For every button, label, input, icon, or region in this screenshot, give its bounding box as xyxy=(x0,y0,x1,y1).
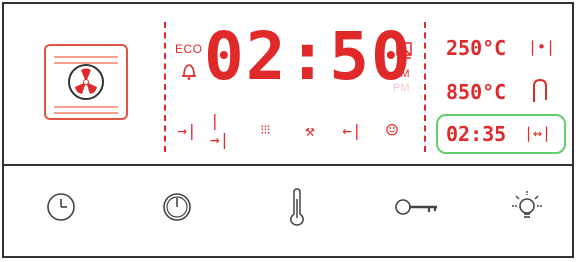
function-icons-row: →| |→| ⁝⁝⁝ ⚒ ←| ☺ xyxy=(174,111,419,149)
display-divider xyxy=(164,22,168,152)
eco-label: ECO xyxy=(175,42,203,56)
timer-button[interactable] xyxy=(152,182,202,232)
duration-arrows-icon: |↔| xyxy=(524,124,552,142)
pm-indicator: PM xyxy=(393,82,410,94)
heat-wave-line xyxy=(54,106,118,108)
probe-icon xyxy=(533,78,547,102)
timer-icon xyxy=(163,193,191,221)
display-area: ECO 02:50 AM PM →| |→| ⁝⁝⁝ ⚒ ←| ☺ 250°C … xyxy=(4,4,572,164)
heat-wave-line xyxy=(54,112,118,114)
steam-icon: ⚒ xyxy=(305,120,315,140)
panel-separator xyxy=(4,164,572,166)
thermometer-icon xyxy=(290,188,304,226)
fan-icon xyxy=(68,64,104,100)
heat-wave-line xyxy=(54,56,118,58)
actual-temperature-display: 850°C xyxy=(446,80,507,104)
bell-icon xyxy=(182,64,196,80)
main-clock-display: 02:50 xyxy=(204,18,413,95)
start-time-icon: ←| xyxy=(342,120,362,140)
smiley-icon: ☺ xyxy=(385,118,399,142)
duration-icon: |→| xyxy=(210,111,230,149)
display-divider xyxy=(424,22,428,152)
grid-icon: ⁝⁝⁝ xyxy=(260,122,270,138)
light-button[interactable] xyxy=(502,182,552,232)
clock-button[interactable] xyxy=(36,182,86,232)
fan-mode-indicator xyxy=(44,44,128,120)
single-heater-icon: |•| xyxy=(528,38,556,56)
am-indicator: AM xyxy=(393,68,410,80)
program-icon xyxy=(396,42,412,59)
temperature-button[interactable] xyxy=(272,182,322,232)
clock-icon xyxy=(47,193,75,221)
end-time-icon: →| xyxy=(177,120,197,140)
key-icon xyxy=(395,199,437,215)
key-lock-button[interactable] xyxy=(392,182,442,232)
timer-display: 02:35 xyxy=(446,122,507,146)
set-temperature-display: 250°C xyxy=(446,36,507,60)
light-bulb-icon xyxy=(512,191,542,218)
oven-control-panel: ECO 02:50 AM PM →| |→| ⁝⁝⁝ ⚒ ←| ☺ 250°C … xyxy=(2,2,574,258)
